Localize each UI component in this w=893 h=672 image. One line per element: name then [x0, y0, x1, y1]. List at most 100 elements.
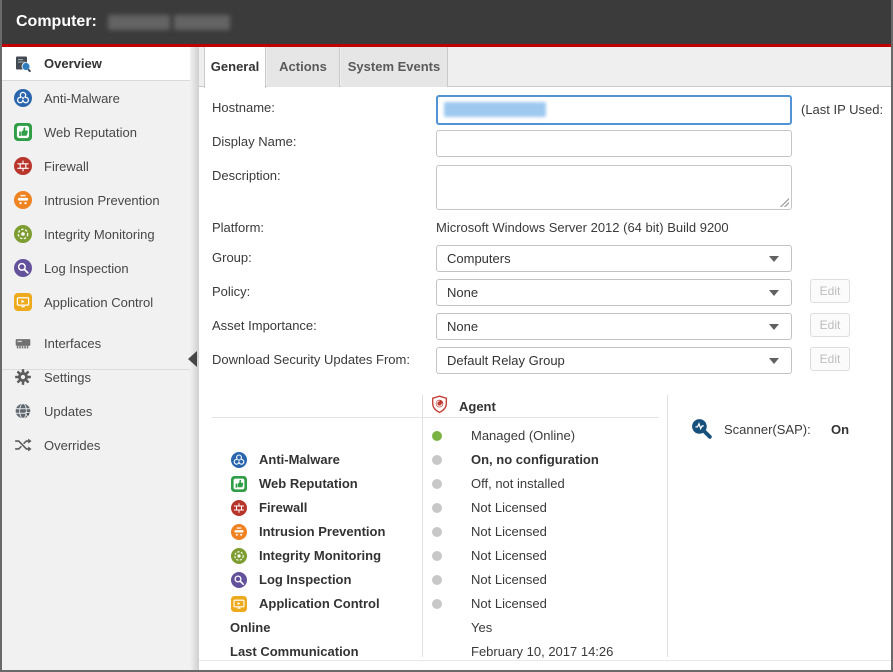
status-dot-inactive — [432, 455, 442, 465]
online-label: Online — [230, 620, 270, 635]
relay-group-dropdown[interactable]: Default Relay Group — [436, 347, 792, 374]
status-dot-online — [432, 431, 442, 441]
sidebar-item-anti-malware[interactable]: Anti-Malware — [2, 81, 190, 115]
title-bar: Computer: — [2, 0, 891, 44]
sidebar-collapse-arrow[interactable] — [188, 351, 197, 367]
sidebar-item-intrusion-prevention[interactable]: Intrusion Prevention — [2, 183, 190, 217]
policy-label: Policy: — [212, 284, 250, 299]
tab-bar: General Actions System Events — [199, 47, 891, 87]
platform-value: Microsoft Windows Server 2012 (64 bit) B… — [436, 220, 729, 235]
status-row-anti-malware: Anti-Malware On, no configuration — [199, 448, 889, 472]
sidebar-item-label: Application Control — [44, 295, 153, 310]
overrides-shuffle-icon — [14, 436, 32, 454]
asset-importance-edit-button[interactable]: Edit — [810, 313, 850, 337]
asset-importance-dropdown[interactable]: None — [436, 313, 792, 340]
sidebar-item-settings[interactable]: Settings — [2, 360, 190, 394]
status-dot-inactive — [432, 527, 442, 537]
module-status-value: Off, not installed — [471, 476, 565, 491]
intrusion-prevention-icon — [14, 191, 32, 209]
agent-shield-icon — [431, 395, 448, 414]
status-row-application-control: Application Control Not Licensed — [199, 592, 889, 616]
status-dot-inactive — [432, 503, 442, 513]
group-label: Group: — [212, 250, 252, 265]
display-name-label: Display Name: — [212, 134, 297, 149]
chevron-down-icon — [769, 256, 779, 262]
gear-icon — [14, 368, 32, 386]
chevron-down-icon — [769, 290, 779, 296]
application-control-icon — [14, 293, 32, 311]
log-inspection-icon — [14, 259, 32, 277]
sidebar-item-overrides[interactable]: Overrides — [2, 428, 190, 462]
display-name-input[interactable] — [436, 130, 792, 157]
status-row-firewall: Firewall Not Licensed — [199, 496, 889, 520]
scanner-value: On — [831, 422, 849, 437]
last-ip-label: (Last IP Used: — [801, 102, 883, 117]
policy-selected-value: None — [447, 285, 478, 300]
module-status-value: Not Licensed — [471, 500, 547, 515]
scanner-label: Scanner(SAP): — [724, 422, 811, 437]
status-dot-inactive — [432, 599, 442, 609]
module-label: Web Reputation — [259, 476, 358, 491]
sidebar-item-overview[interactable]: Overview — [2, 47, 190, 81]
policy-edit-button[interactable]: Edit — [810, 279, 850, 303]
relay-group-selected-value: Default Relay Group — [447, 353, 565, 368]
redacted-computer-name — [174, 15, 230, 30]
sidebar-item-integrity-monitoring[interactable]: Integrity Monitoring — [2, 217, 190, 251]
window-title: Computer: — [16, 0, 97, 44]
group-selected-value: Computers — [447, 251, 511, 266]
anti-malware-icon — [14, 89, 32, 107]
sidebar-item-label: Firewall — [44, 159, 89, 174]
platform-label: Platform: — [212, 220, 264, 235]
hostname-input[interactable] — [436, 95, 792, 125]
last-communication-label: Last Communication — [230, 644, 359, 659]
sidebar-item-label: Overrides — [44, 438, 100, 453]
description-textarea[interactable] — [436, 165, 792, 210]
tab-system-events[interactable]: System Events — [341, 47, 448, 87]
log-inspection-icon — [231, 572, 247, 588]
agent-status-value: Managed (Online) — [471, 428, 575, 443]
tab-general[interactable]: General — [204, 47, 266, 88]
sidebar-item-interfaces[interactable]: Interfaces — [2, 326, 190, 360]
relay-group-edit-button[interactable]: Edit — [810, 347, 850, 371]
policy-dropdown[interactable]: None — [436, 279, 792, 306]
online-value: Yes — [471, 620, 492, 635]
application-control-icon — [231, 596, 247, 612]
anti-malware-icon — [231, 452, 247, 468]
overview-icon — [14, 55, 32, 73]
tab-label: Actions — [279, 59, 327, 74]
module-label: Log Inspection — [259, 572, 351, 587]
status-dot-inactive — [432, 575, 442, 585]
module-status-value: Not Licensed — [471, 596, 547, 611]
resize-grip-icon[interactable] — [779, 197, 789, 207]
group-dropdown[interactable]: Computers — [436, 245, 792, 272]
sidebar-item-label: Updates — [44, 404, 92, 419]
sidebar-item-updates[interactable]: Updates — [2, 394, 190, 428]
integrity-monitoring-icon — [14, 225, 32, 243]
sidebar-item-application-control[interactable]: Application Control — [2, 285, 190, 319]
updates-globe-icon — [14, 402, 32, 420]
sidebar: Overview Anti-Malware Web Reputation Fir… — [2, 47, 199, 670]
sidebar-item-firewall[interactable]: Firewall — [2, 149, 190, 183]
web-reputation-icon — [231, 476, 247, 492]
sidebar-item-label: Overview — [44, 56, 102, 71]
description-label: Description: — [212, 168, 281, 183]
integrity-monitoring-icon — [231, 548, 247, 564]
status-header-underline — [212, 417, 659, 418]
web-reputation-icon — [14, 123, 32, 141]
chevron-down-icon — [769, 358, 779, 364]
asset-importance-selected-value: None — [447, 319, 478, 334]
firewall-icon — [231, 500, 247, 516]
module-status-value: Not Licensed — [471, 548, 547, 563]
status-dot-inactive — [432, 479, 442, 489]
download-updates-label: Download Security Updates From: — [212, 352, 410, 367]
module-label: Intrusion Prevention — [259, 524, 385, 539]
redacted-computer-name — [108, 15, 170, 30]
sidebar-item-label: Anti-Malware — [44, 91, 120, 106]
interfaces-icon — [14, 334, 32, 352]
scanner-magnifier-icon — [690, 417, 713, 440]
sidebar-item-label: Settings — [44, 370, 91, 385]
sidebar-item-label: Interfaces — [44, 336, 101, 351]
tab-actions[interactable]: Actions — [267, 47, 340, 87]
sidebar-item-web-reputation[interactable]: Web Reputation — [2, 115, 190, 149]
sidebar-item-log-inspection[interactable]: Log Inspection — [2, 251, 190, 285]
